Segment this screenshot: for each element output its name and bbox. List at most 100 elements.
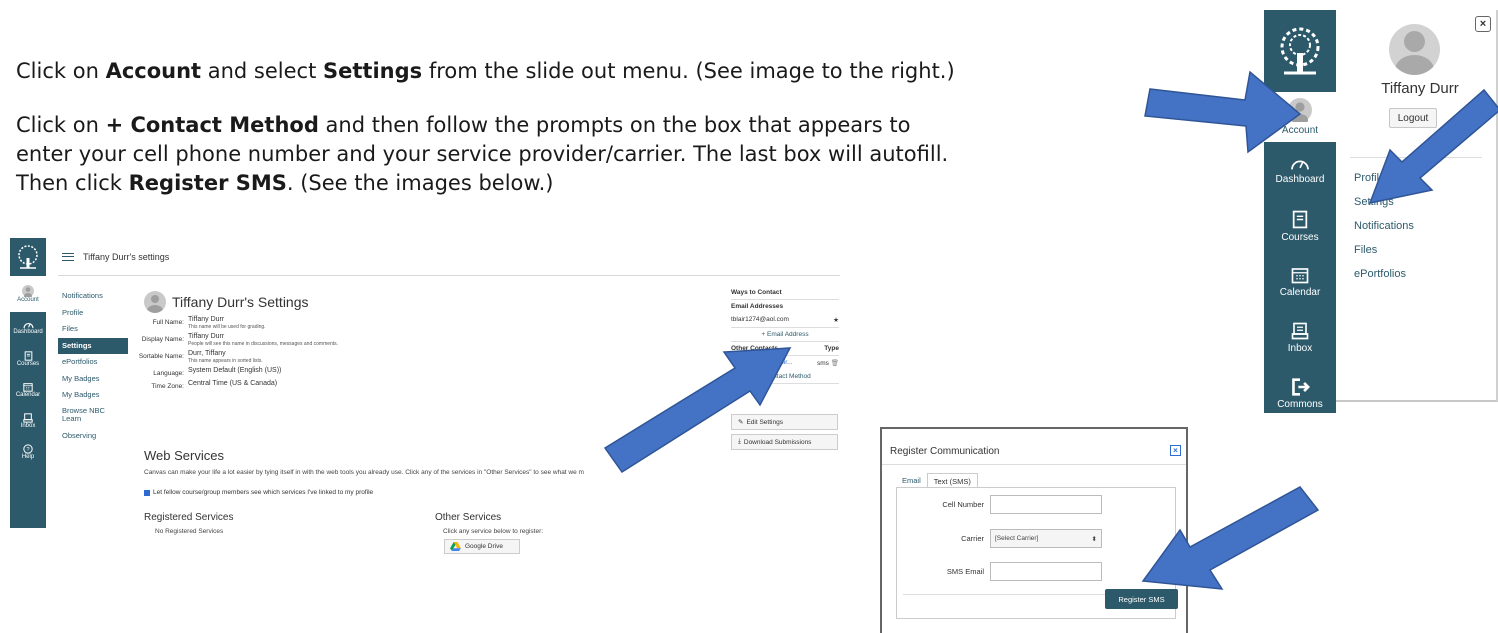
logout-button[interactable]: Logout	[1389, 108, 1437, 128]
tray-link-files[interactable]: Files	[1354, 242, 1414, 266]
ways-to-contact-panel: Ways to Contact Email Addresses tblair12…	[731, 286, 839, 384]
page-title: Tiffany Durr's Settings	[172, 294, 309, 310]
field-label: Cell Number	[942, 500, 984, 509]
nav-label: Inbox	[20, 422, 36, 429]
field-label: Language:	[153, 370, 184, 377]
other-services-heading: Other Services	[435, 512, 502, 523]
nav-account[interactable]: Account	[10, 276, 46, 312]
field-note: People will see this name in discussions…	[188, 341, 339, 347]
header-divider	[58, 275, 840, 276]
tab-text-sms[interactable]: Text (SMS)	[926, 473, 978, 487]
help-icon: ?	[1290, 433, 1310, 453]
inbox-icon	[23, 412, 33, 423]
field-value: Central Time (US & Canada)	[188, 380, 278, 387]
nav-label: Calendar	[1279, 287, 1321, 298]
nav-label: Courses	[16, 360, 40, 367]
svg-text:?: ?	[26, 447, 30, 453]
account-links: Profile Settings Notifications Files ePo…	[1354, 170, 1414, 290]
checkbox[interactable]	[144, 489, 150, 496]
field-label: Sortable Name:	[138, 353, 184, 360]
nav-inbox[interactable]: Inbox	[10, 405, 46, 436]
nav-label: Calendar	[15, 391, 41, 398]
instruction-bold-account: Account	[105, 59, 202, 83]
field-label: Carrier	[961, 534, 984, 543]
contact-value[interactable]: 6016249689@cspir...	[731, 359, 793, 367]
star-icon[interactable]: ★	[833, 316, 839, 324]
side-nav-observing[interactable]: Observing	[58, 428, 128, 445]
trash-icon[interactable]: 🗑	[831, 360, 839, 367]
type-heading: Type	[824, 345, 839, 352]
global-nav-rail: Account Dashboard Courses Calendar Inbox…	[10, 238, 46, 528]
carrier-row: Carrier [Select Carrier] ⬍	[897, 529, 1102, 548]
tray-link-eportfolios[interactable]: ePortfolios	[1354, 266, 1414, 290]
calendar-icon	[1291, 268, 1309, 284]
register-sms-button[interactable]: Register SMS	[1105, 589, 1178, 609]
nav-help[interactable]: ? Help	[10, 436, 46, 467]
nav-account[interactable]: Account	[1264, 92, 1336, 142]
field-label: Time Zone:	[151, 383, 184, 390]
ways-to-contact-heading: Ways to Contact	[731, 289, 782, 296]
web-services-description: Canvas can make your life a lot easier b…	[144, 469, 584, 476]
nav-dashboard[interactable]: Dashboard	[1264, 142, 1336, 198]
field-full-name: Full Name: Tiffany Durr This name will be…	[110, 316, 470, 330]
nav-inbox[interactable]: Inbox	[1264, 310, 1336, 366]
tray-link-notifications[interactable]: Notifications	[1354, 218, 1414, 242]
button-label: Google Drive	[465, 543, 503, 550]
nav-commons[interactable]: Commons	[1264, 366, 1336, 422]
field-value: Tiffany Durr	[188, 333, 225, 340]
nav-label: Dashboard	[1275, 174, 1325, 185]
nav-calendar[interactable]: Calendar	[1264, 254, 1336, 310]
sms-email-input[interactable]	[990, 562, 1102, 581]
tab-email[interactable]: Email	[896, 473, 927, 487]
side-nav-browse-nbc-learn[interactable]: Browse NBC Learn	[58, 404, 128, 428]
avatar[interactable]	[144, 291, 166, 313]
field-language: Language: System Default (English (US))	[110, 367, 470, 377]
add-contact-method-link[interactable]: + Contact Method	[731, 370, 839, 383]
nav-courses[interactable]: Courses	[1264, 198, 1336, 254]
carrier-select[interactable]: [Select Carrier] ⬍	[990, 529, 1102, 548]
edit-settings-button[interactable]: ✎ Edit Settings	[731, 414, 838, 430]
courses-icon	[24, 350, 32, 361]
button-label: Edit Settings	[746, 418, 783, 426]
field-label: SMS Email	[946, 567, 984, 576]
nav-label: Courses	[1281, 231, 1319, 243]
tray-link-profile[interactable]: Profile	[1354, 170, 1414, 194]
cell-number-input[interactable]	[990, 495, 1102, 514]
global-nav-rail: Account Dashboard Courses Calendar Inbox…	[1264, 10, 1336, 467]
calendar-icon	[23, 382, 33, 392]
field-display-name: Display Name: Tiffany Durr People will se…	[110, 333, 470, 347]
user-avatar-icon	[1288, 98, 1312, 122]
nav-help[interactable]: ? Help	[1264, 422, 1336, 478]
nav-calendar[interactable]: Calendar	[10, 374, 46, 405]
field-sortable-name: Sortable Name: Durr, Tiffany This name ap…	[110, 350, 470, 364]
nav-dashboard[interactable]: Dashboard	[10, 312, 46, 343]
email-addresses-heading: Email Addresses	[731, 303, 784, 310]
nav-courses[interactable]: Courses	[10, 343, 46, 374]
instruction-text: and then follow the prompts on the box t…	[318, 113, 911, 137]
help-icon: ?	[23, 443, 33, 454]
close-icon[interactable]: ×	[1170, 445, 1181, 456]
pencil-icon: ✎	[738, 419, 744, 426]
dashboard-icon	[22, 323, 34, 329]
avatar[interactable]	[1389, 24, 1440, 75]
add-email-address-link[interactable]: + Email Address	[731, 328, 839, 341]
profile-fields: Full Name: Tiffany Durr This name will be…	[110, 316, 470, 393]
hamburger-menu-icon[interactable]	[62, 253, 74, 261]
breadcrumb: Tiffany Durr's settings	[83, 252, 170, 262]
close-icon[interactable]: ×	[1475, 16, 1491, 32]
registered-services-heading: Registered Services	[144, 512, 234, 523]
download-submissions-button[interactable]: ⤓ Download Submissions	[731, 434, 838, 450]
tray-link-settings[interactable]: Settings	[1354, 194, 1414, 218]
settings-title: Tiffany Durr's Settings	[144, 291, 309, 313]
link-services-checkbox[interactable]: Let fellow course/group members see whic…	[144, 489, 373, 496]
dashboard-icon	[1291, 160, 1309, 170]
instruction-bold-settings: Settings	[323, 59, 423, 83]
instruction-text: Click on	[16, 113, 106, 137]
google-drive-button[interactable]: Google Drive	[444, 539, 520, 554]
user-name: Tiffany Durr	[1381, 80, 1459, 97]
field-note: This name appears in sorted lists.	[188, 358, 263, 364]
courses-icon	[1292, 210, 1308, 228]
select-arrows-icon: ⬍	[1091, 535, 1097, 543]
side-nav-notifications[interactable]: Notifications	[58, 288, 128, 305]
instruction-line-3: enter your cell phone number and your se…	[16, 142, 949, 166]
